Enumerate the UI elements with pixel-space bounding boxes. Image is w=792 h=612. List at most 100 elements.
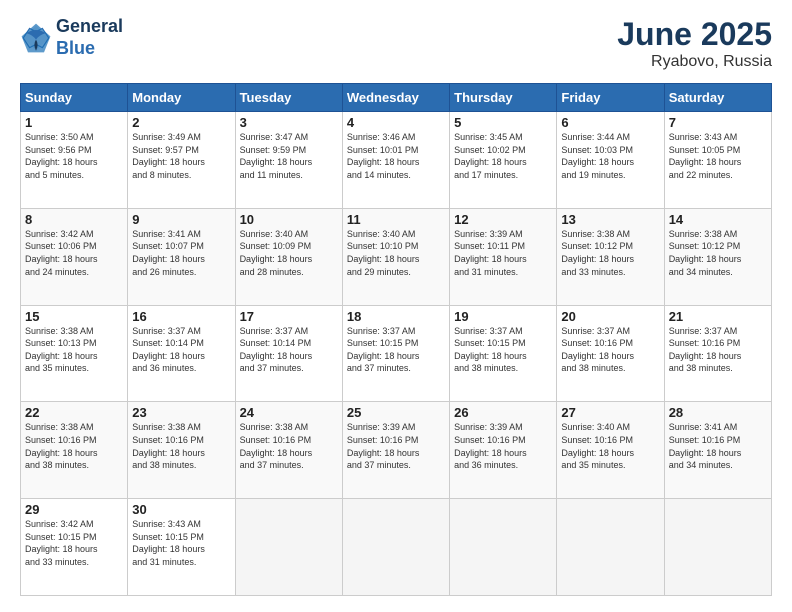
logo-icon — [20, 22, 52, 54]
dow-header-sunday: Sunday — [21, 84, 128, 112]
day-cell-19: 19Sunrise: 3:37 AMSunset: 10:15 PMDaylig… — [450, 305, 557, 402]
page: General Blue June 2025 Ryabovo, Russia S… — [0, 0, 792, 612]
logo-text: General Blue — [56, 16, 123, 59]
day-info: Sunrise: 3:37 AMSunset: 10:14 PMDaylight… — [240, 325, 338, 375]
day-cell-22: 22Sunrise: 3:38 AMSunset: 10:16 PMDaylig… — [21, 402, 128, 499]
day-number: 15 — [25, 309, 123, 324]
calendar-table: SundayMondayTuesdayWednesdayThursdayFrid… — [20, 83, 772, 596]
day-info: Sunrise: 3:50 AMSunset: 9:56 PMDaylight:… — [25, 131, 123, 181]
day-cell-23: 23Sunrise: 3:38 AMSunset: 10:16 PMDaylig… — [128, 402, 235, 499]
week-row-2: 8Sunrise: 3:42 AMSunset: 10:06 PMDayligh… — [21, 208, 772, 305]
day-number: 4 — [347, 115, 445, 130]
day-info: Sunrise: 3:47 AMSunset: 9:59 PMDaylight:… — [240, 131, 338, 181]
logo-blue: Blue — [56, 38, 123, 60]
dow-header-wednesday: Wednesday — [342, 84, 449, 112]
day-cell-10: 10Sunrise: 3:40 AMSunset: 10:09 PMDaylig… — [235, 208, 342, 305]
day-cell-3: 3Sunrise: 3:47 AMSunset: 9:59 PMDaylight… — [235, 112, 342, 209]
week-row-5: 29Sunrise: 3:42 AMSunset: 10:15 PMDaylig… — [21, 499, 772, 596]
day-info: Sunrise: 3:39 AMSunset: 10:11 PMDaylight… — [454, 228, 552, 278]
day-info: Sunrise: 3:38 AMSunset: 10:13 PMDaylight… — [25, 325, 123, 375]
day-cell-27: 27Sunrise: 3:40 AMSunset: 10:16 PMDaylig… — [557, 402, 664, 499]
day-headers: SundayMondayTuesdayWednesdayThursdayFrid… — [21, 84, 772, 112]
day-info: Sunrise: 3:41 AMSunset: 10:16 PMDaylight… — [669, 421, 767, 471]
day-info: Sunrise: 3:38 AMSunset: 10:16 PMDaylight… — [132, 421, 230, 471]
day-info: Sunrise: 3:41 AMSunset: 10:07 PMDaylight… — [132, 228, 230, 278]
day-number: 13 — [561, 212, 659, 227]
day-number: 28 — [669, 405, 767, 420]
logo-general: General — [56, 16, 123, 38]
day-cell-12: 12Sunrise: 3:39 AMSunset: 10:11 PMDaylig… — [450, 208, 557, 305]
day-cell-15: 15Sunrise: 3:38 AMSunset: 10:13 PMDaylig… — [21, 305, 128, 402]
day-info: Sunrise: 3:40 AMSunset: 10:09 PMDaylight… — [240, 228, 338, 278]
day-number: 21 — [669, 309, 767, 324]
day-cell-16: 16Sunrise: 3:37 AMSunset: 10:14 PMDaylig… — [128, 305, 235, 402]
day-info: Sunrise: 3:37 AMSunset: 10:14 PMDaylight… — [132, 325, 230, 375]
day-info: Sunrise: 3:38 AMSunset: 10:16 PMDaylight… — [25, 421, 123, 471]
day-info: Sunrise: 3:39 AMSunset: 10:16 PMDaylight… — [454, 421, 552, 471]
day-number: 30 — [132, 502, 230, 517]
day-info: Sunrise: 3:38 AMSunset: 10:12 PMDaylight… — [561, 228, 659, 278]
day-info: Sunrise: 3:49 AMSunset: 9:57 PMDaylight:… — [132, 131, 230, 181]
day-number: 19 — [454, 309, 552, 324]
day-info: Sunrise: 3:39 AMSunset: 10:16 PMDaylight… — [347, 421, 445, 471]
day-number: 9 — [132, 212, 230, 227]
day-info: Sunrise: 3:37 AMSunset: 10:16 PMDaylight… — [561, 325, 659, 375]
title-block: June 2025 Ryabovo, Russia — [617, 16, 772, 71]
day-cell-20: 20Sunrise: 3:37 AMSunset: 10:16 PMDaylig… — [557, 305, 664, 402]
day-info: Sunrise: 3:37 AMSunset: 10:16 PMDaylight… — [669, 325, 767, 375]
day-info: Sunrise: 3:43 AMSunset: 10:05 PMDaylight… — [669, 131, 767, 181]
day-cell-30: 30Sunrise: 3:43 AMSunset: 10:15 PMDaylig… — [128, 499, 235, 596]
day-number: 10 — [240, 212, 338, 227]
day-number: 24 — [240, 405, 338, 420]
dow-header-monday: Monday — [128, 84, 235, 112]
empty-cell — [235, 499, 342, 596]
day-info: Sunrise: 3:37 AMSunset: 10:15 PMDaylight… — [347, 325, 445, 375]
day-number: 25 — [347, 405, 445, 420]
calendar-body: 1Sunrise: 3:50 AMSunset: 9:56 PMDaylight… — [21, 112, 772, 596]
day-number: 29 — [25, 502, 123, 517]
day-cell-24: 24Sunrise: 3:38 AMSunset: 10:16 PMDaylig… — [235, 402, 342, 499]
day-number: 2 — [132, 115, 230, 130]
day-number: 16 — [132, 309, 230, 324]
day-cell-26: 26Sunrise: 3:39 AMSunset: 10:16 PMDaylig… — [450, 402, 557, 499]
day-number: 22 — [25, 405, 123, 420]
day-info: Sunrise: 3:42 AMSunset: 10:06 PMDaylight… — [25, 228, 123, 278]
day-cell-6: 6Sunrise: 3:44 AMSunset: 10:03 PMDayligh… — [557, 112, 664, 209]
day-number: 23 — [132, 405, 230, 420]
day-cell-28: 28Sunrise: 3:41 AMSunset: 10:16 PMDaylig… — [664, 402, 771, 499]
day-number: 18 — [347, 309, 445, 324]
day-number: 12 — [454, 212, 552, 227]
logo: General Blue — [20, 16, 123, 59]
day-cell-14: 14Sunrise: 3:38 AMSunset: 10:12 PMDaylig… — [664, 208, 771, 305]
header: General Blue June 2025 Ryabovo, Russia — [20, 16, 772, 71]
day-cell-21: 21Sunrise: 3:37 AMSunset: 10:16 PMDaylig… — [664, 305, 771, 402]
day-number: 6 — [561, 115, 659, 130]
day-cell-29: 29Sunrise: 3:42 AMSunset: 10:15 PMDaylig… — [21, 499, 128, 596]
day-number: 17 — [240, 309, 338, 324]
week-row-3: 15Sunrise: 3:38 AMSunset: 10:13 PMDaylig… — [21, 305, 772, 402]
day-info: Sunrise: 3:40 AMSunset: 10:16 PMDaylight… — [561, 421, 659, 471]
day-cell-13: 13Sunrise: 3:38 AMSunset: 10:12 PMDaylig… — [557, 208, 664, 305]
day-info: Sunrise: 3:46 AMSunset: 10:01 PMDaylight… — [347, 131, 445, 181]
day-info: Sunrise: 3:43 AMSunset: 10:15 PMDaylight… — [132, 518, 230, 568]
day-number: 3 — [240, 115, 338, 130]
day-info: Sunrise: 3:44 AMSunset: 10:03 PMDaylight… — [561, 131, 659, 181]
empty-cell — [342, 499, 449, 596]
day-number: 26 — [454, 405, 552, 420]
day-number: 7 — [669, 115, 767, 130]
day-cell-17: 17Sunrise: 3:37 AMSunset: 10:14 PMDaylig… — [235, 305, 342, 402]
day-cell-1: 1Sunrise: 3:50 AMSunset: 9:56 PMDaylight… — [21, 112, 128, 209]
dow-header-friday: Friday — [557, 84, 664, 112]
main-title: June 2025 — [617, 16, 772, 53]
day-number: 20 — [561, 309, 659, 324]
day-cell-5: 5Sunrise: 3:45 AMSunset: 10:02 PMDayligh… — [450, 112, 557, 209]
day-number: 14 — [669, 212, 767, 227]
day-number: 1 — [25, 115, 123, 130]
day-info: Sunrise: 3:40 AMSunset: 10:10 PMDaylight… — [347, 228, 445, 278]
day-cell-25: 25Sunrise: 3:39 AMSunset: 10:16 PMDaylig… — [342, 402, 449, 499]
week-row-4: 22Sunrise: 3:38 AMSunset: 10:16 PMDaylig… — [21, 402, 772, 499]
day-number: 5 — [454, 115, 552, 130]
day-cell-2: 2Sunrise: 3:49 AMSunset: 9:57 PMDaylight… — [128, 112, 235, 209]
day-info: Sunrise: 3:38 AMSunset: 10:12 PMDaylight… — [669, 228, 767, 278]
day-cell-11: 11Sunrise: 3:40 AMSunset: 10:10 PMDaylig… — [342, 208, 449, 305]
